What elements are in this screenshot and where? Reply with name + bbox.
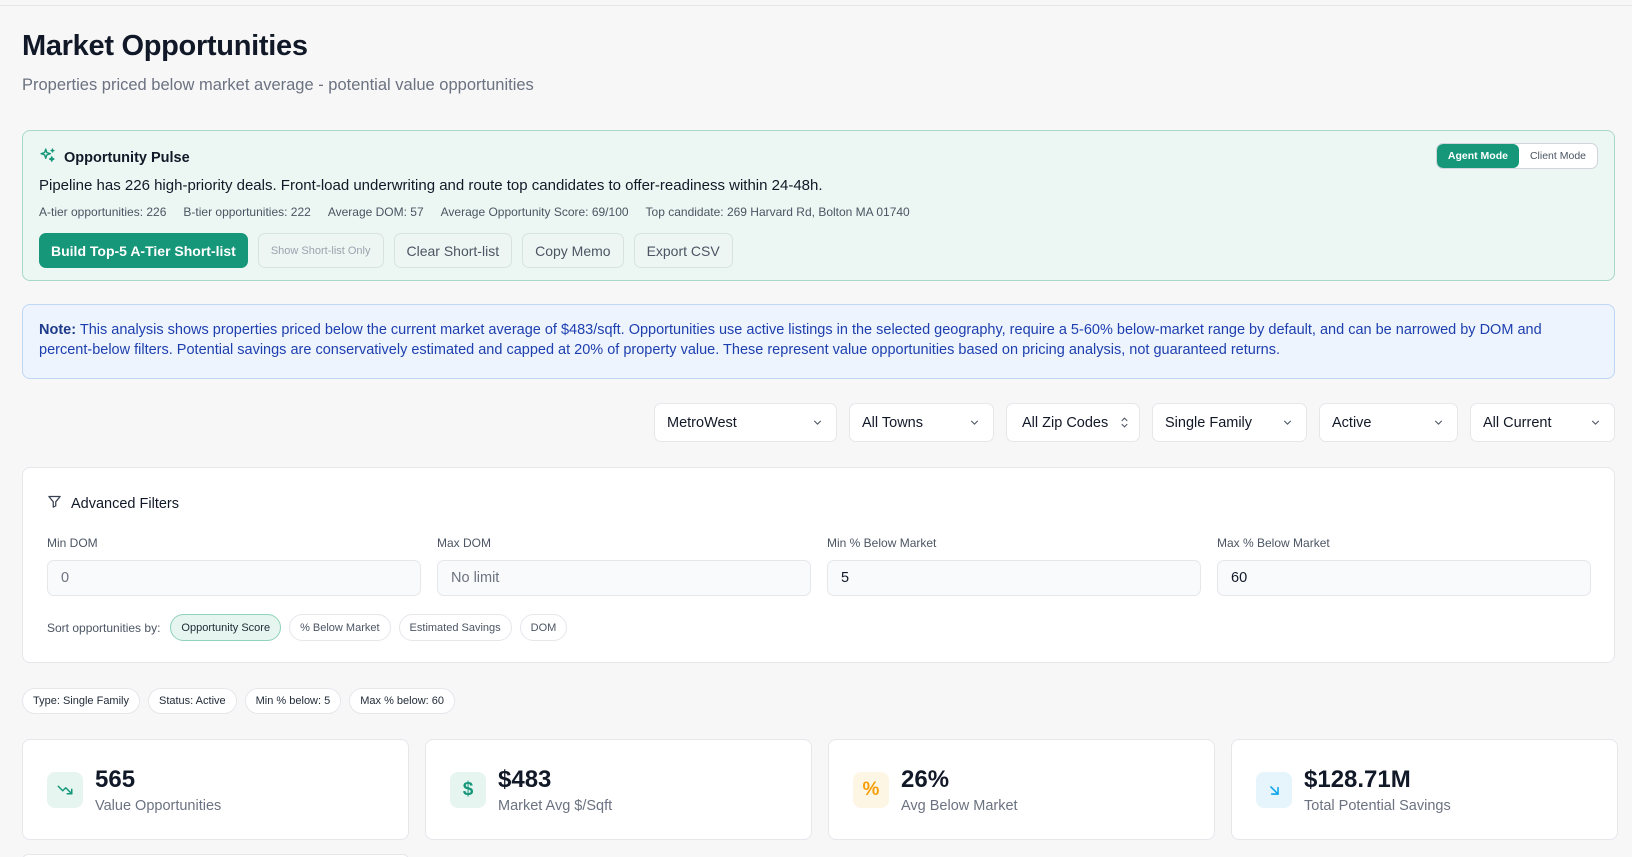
advanced-filter-fields: Min DOM Max DOM Min % Below Market Max %… bbox=[47, 536, 1591, 596]
max-below-market-input[interactable] bbox=[1217, 560, 1591, 596]
clear-shortlist-button[interactable]: Clear Short-list bbox=[393, 233, 513, 268]
min-below-field-group: Min % Below Market bbox=[827, 536, 1201, 596]
advanced-filters-header: Advanced Filters bbox=[47, 494, 179, 514]
advanced-filters-title: Advanced Filters bbox=[71, 496, 179, 512]
min-below-market-input[interactable] bbox=[827, 560, 1201, 596]
pulse-summary: Pipeline has 226 high-priority deals. Fr… bbox=[39, 177, 823, 194]
average-dom-stat: Average DOM: 57 bbox=[327, 205, 424, 219]
show-shortlist-only-button[interactable]: Show Short-list Only bbox=[257, 233, 384, 268]
chevron-up-down-icon bbox=[1121, 417, 1128, 428]
stat-card-avg-below: % 26% Avg Below Market bbox=[828, 739, 1215, 840]
filter-tag: Status: Active bbox=[147, 688, 237, 714]
period-select[interactable]: All Current bbox=[1470, 403, 1615, 442]
agent-mode-button[interactable]: Agent Mode bbox=[1436, 144, 1519, 168]
sort-below-market-chip[interactable]: % Below Market bbox=[289, 614, 391, 641]
stat-value: 26% bbox=[901, 766, 950, 793]
filter-selects: MetroWest All Towns All Zip Codes Single… bbox=[654, 403, 1615, 442]
opportunity-pulse-card: Opportunity Pulse Agent Mode Client Mode… bbox=[22, 130, 1615, 281]
export-csv-button[interactable]: Export CSV bbox=[633, 233, 733, 268]
status-select-value: Active bbox=[1332, 414, 1372, 431]
filter-tag: Type: Single Family bbox=[22, 688, 140, 714]
mode-toggle: Agent Mode Client Mode bbox=[1435, 143, 1598, 169]
property-type-select[interactable]: Single Family bbox=[1152, 403, 1307, 442]
pulse-title: Opportunity Pulse bbox=[64, 150, 190, 166]
min-dom-field-group: Min DOM bbox=[47, 536, 421, 596]
copy-memo-button[interactable]: Copy Memo bbox=[522, 233, 624, 268]
top-divider bbox=[0, 5, 1632, 6]
stat-cards: 565 Value Opportunities $ $483 Market Av… bbox=[22, 739, 1618, 840]
analysis-note: Note: This analysis shows properties pri… bbox=[22, 304, 1615, 379]
max-dom-input[interactable] bbox=[437, 560, 811, 596]
max-dom-field-group: Max DOM bbox=[437, 536, 811, 596]
chevron-down-icon bbox=[1434, 420, 1443, 425]
chevron-down-icon bbox=[1283, 420, 1292, 425]
filter-tag: Min % below: 5 bbox=[244, 688, 342, 714]
property-type-select-value: Single Family bbox=[1165, 414, 1253, 431]
b-tier-stat: B-tier opportunities: 222 bbox=[183, 205, 311, 219]
stat-label: Value Opportunities bbox=[95, 798, 222, 814]
chevron-down-icon bbox=[970, 420, 979, 425]
a-tier-stat: A-tier opportunities: 226 bbox=[39, 205, 167, 219]
stat-card-market-avg: $ $483 Market Avg $/Sqft bbox=[425, 739, 812, 840]
town-select-value: All Towns bbox=[862, 414, 923, 431]
min-dom-label: Min DOM bbox=[47, 536, 98, 550]
page-subtitle: Properties priced below market average -… bbox=[22, 76, 534, 94]
pulse-actions: Build Top-5 A-Tier Short-list Show Short… bbox=[39, 233, 733, 268]
note-label: Note: bbox=[39, 322, 77, 338]
client-mode-button[interactable]: Client Mode bbox=[1519, 144, 1597, 168]
trending-down-icon bbox=[47, 772, 83, 808]
stat-label: Total Potential Savings bbox=[1304, 798, 1451, 814]
max-dom-label: Max DOM bbox=[437, 536, 491, 550]
filter-icon bbox=[47, 494, 62, 514]
arrow-down-right-icon bbox=[1256, 772, 1292, 808]
advanced-filters-card: Advanced Filters Min DOM Max DOM Min % B… bbox=[22, 467, 1615, 663]
min-dom-input[interactable] bbox=[47, 560, 421, 596]
max-below-label: Max % Below Market bbox=[1217, 536, 1330, 550]
sort-label: Sort opportunities by: bbox=[47, 620, 161, 635]
dollar-icon: $ bbox=[450, 772, 486, 808]
percent-icon: % bbox=[853, 772, 889, 808]
filter-tag: Max % below: 60 bbox=[349, 688, 455, 714]
sparkles-icon bbox=[39, 147, 56, 169]
active-filter-tags: Type: Single Family Status: Active Min %… bbox=[22, 688, 455, 714]
stat-value: $128.71M bbox=[1304, 766, 1411, 793]
zip-select[interactable]: All Zip Codes bbox=[1006, 403, 1140, 442]
stat-value: 565 bbox=[95, 766, 136, 793]
town-select[interactable]: All Towns bbox=[849, 403, 994, 442]
region-select[interactable]: MetroWest bbox=[654, 403, 837, 442]
stat-value: $483 bbox=[498, 766, 552, 793]
pulse-stats: A-tier opportunities: 226 B-tier opportu… bbox=[39, 205, 910, 219]
note-text: This analysis shows properties priced be… bbox=[39, 322, 1542, 358]
build-shortlist-button[interactable]: Build Top-5 A-Tier Short-list bbox=[39, 233, 248, 268]
max-below-field-group: Max % Below Market bbox=[1217, 536, 1591, 596]
stat-card-opportunities: 565 Value Opportunities bbox=[22, 739, 409, 840]
status-select[interactable]: Active bbox=[1319, 403, 1458, 442]
stat-card-total-savings: $128.71M Total Potential Savings bbox=[1231, 739, 1618, 840]
region-select-value: MetroWest bbox=[667, 414, 737, 431]
average-score-stat: Average Opportunity Score: 69/100 bbox=[440, 205, 629, 219]
stat-label: Avg Below Market bbox=[901, 798, 1018, 814]
zip-select-value: All Zip Codes bbox=[1022, 414, 1109, 431]
sort-opportunity-score-chip[interactable]: Opportunity Score bbox=[170, 614, 282, 641]
min-below-label: Min % Below Market bbox=[827, 536, 937, 550]
top-candidate-stat: Top candidate: 269 Harvard Rd, Bolton MA… bbox=[645, 205, 910, 219]
chevron-down-icon bbox=[813, 420, 822, 425]
period-select-value: All Current bbox=[1483, 414, 1552, 431]
sort-estimated-savings-chip[interactable]: Estimated Savings bbox=[398, 614, 512, 641]
chevron-down-icon bbox=[1591, 420, 1600, 425]
sort-dom-chip[interactable]: DOM bbox=[519, 614, 568, 641]
page-title: Market Opportunities bbox=[22, 30, 308, 62]
sort-options: Sort opportunities by: Opportunity Score… bbox=[47, 614, 568, 641]
stat-label: Market Avg $/Sqft bbox=[498, 798, 613, 814]
pulse-header: Opportunity Pulse bbox=[39, 147, 190, 169]
